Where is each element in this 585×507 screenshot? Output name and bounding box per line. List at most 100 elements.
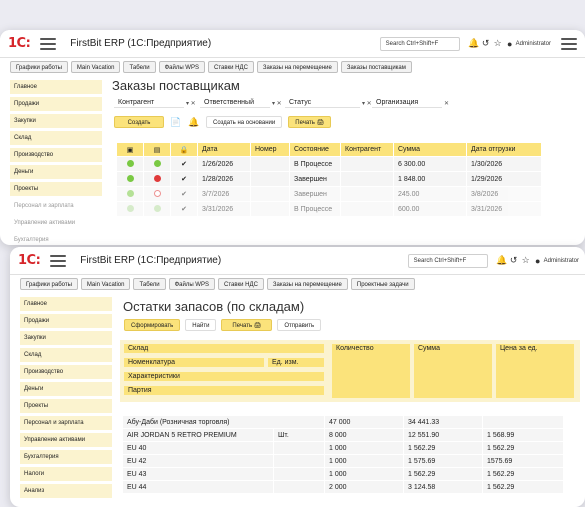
create-based-button[interactable]: Создать на основании xyxy=(206,116,283,128)
sidebar-item[interactable]: Персонал и зарплата xyxy=(20,416,112,430)
bell-icon[interactable]: 🔔 xyxy=(468,38,480,49)
table-row[interactable]: ✔ 3/7/2026 Завершен 245.00 3/8/2026 xyxy=(117,187,541,201)
settings-menu-icon[interactable] xyxy=(561,37,577,50)
sidebar-item[interactable]: Производство xyxy=(20,365,112,379)
sidebar-item[interactable]: Анализ xyxy=(20,484,112,498)
col-sum[interactable]: Сумма xyxy=(394,143,466,156)
col-number[interactable]: Номер xyxy=(251,143,289,156)
sidebar-item[interactable]: Управление активами xyxy=(20,433,112,447)
tab-item[interactable]: Файлы WPS xyxy=(168,278,215,290)
cell-counterparty xyxy=(341,202,393,216)
tab-item[interactable]: Заказы поставщикам xyxy=(340,61,412,73)
sidebar-item[interactable]: Управление активами xyxy=(10,216,102,230)
sidebar-item[interactable]: Главное xyxy=(10,80,102,94)
tab-item[interactable]: Main Vacation xyxy=(80,278,131,290)
tab-item[interactable]: Заказы на перемещение xyxy=(256,61,338,73)
cell-number xyxy=(251,187,289,201)
create-button[interactable]: Создать xyxy=(114,116,164,128)
sidebar-item[interactable]: Деньги xyxy=(20,382,112,396)
header-nomenclature: Номенклатура xyxy=(124,358,264,367)
report-row[interactable]: AIR JORDAN 5 RETRO PREMIUM Шт. 8 000 12 551… xyxy=(123,429,563,441)
sidebar-item[interactable]: Производство xyxy=(10,148,102,162)
table-row[interactable]: ✔ 1/26/2026 В Процессе 6 300.00 1/30/2026 xyxy=(117,157,541,171)
menu-icon[interactable] xyxy=(40,37,57,50)
sidebar-item[interactable]: Налоги xyxy=(20,467,112,481)
sidebar-item[interactable]: Продажи xyxy=(10,97,102,111)
search-input[interactable]: Search Ctrl+Shift+F xyxy=(407,253,488,268)
clear-icon[interactable]: ✕ xyxy=(444,100,449,107)
col-ship-date[interactable]: Дата отгрузки xyxy=(467,143,541,156)
cell-unit xyxy=(274,455,324,467)
copy-icon[interactable]: 📄 xyxy=(170,117,182,128)
star-icon[interactable]: ☆ xyxy=(520,255,532,266)
sidebar-item[interactable]: Склад xyxy=(20,348,112,362)
col-date[interactable]: Дата xyxy=(198,143,250,156)
filter-organization[interactable]: Организация ✕ xyxy=(372,98,449,108)
print-button[interactable]: Печать 🖨 xyxy=(288,116,332,128)
clear-icon[interactable]: ▾ ✕ xyxy=(186,100,196,107)
report-row[interactable]: EU 40 1 000 1 562.29 1 562.29 xyxy=(123,442,563,454)
1c-logo: 1С: xyxy=(8,36,31,51)
print-button[interactable]: Печать 🖨 xyxy=(221,319,273,331)
search-input[interactable]: Search Ctrl+Shift+F xyxy=(379,36,460,51)
tab-item[interactable]: Табели xyxy=(123,61,156,73)
table-row[interactable]: ✔ 3/31/2026 В Процессе 600.00 3/31/2026 xyxy=(117,202,541,216)
sidebar-item[interactable]: Деньги xyxy=(10,165,102,179)
bell-icon[interactable]: 🔔 xyxy=(496,255,508,266)
sidebar-item[interactable]: Бухгалтерия xyxy=(10,233,102,245)
cell-unit xyxy=(274,481,324,493)
sidebar-item[interactable]: Бухгалтерия xyxy=(20,450,112,464)
find-button[interactable]: Найти xyxy=(185,319,217,331)
tab-item[interactable]: Графики работы xyxy=(10,61,68,73)
tab-item[interactable]: Main Vacation xyxy=(70,61,121,73)
col-counterparty[interactable]: Контрагент xyxy=(341,143,393,156)
tab-item[interactable]: Заказы на перемещение xyxy=(266,278,348,290)
generate-button[interactable]: Сформировать xyxy=(124,319,181,331)
filter-responsible[interactable]: Ответственный ▾ ✕ xyxy=(200,98,282,108)
header-unit: Ед. изм. xyxy=(268,358,324,367)
app-title: FirstBit ERP (1С:Предприятие) xyxy=(80,255,222,266)
sidebar-item[interactable]: Закупки xyxy=(10,114,102,128)
sidebar-item[interactable]: Проекты xyxy=(10,182,102,196)
history-icon[interactable]: ↺ xyxy=(508,255,520,266)
sidebar-item[interactable]: Проекты xyxy=(20,399,112,413)
tab-item[interactable]: Ставки НДС xyxy=(217,278,264,290)
clear-icon[interactable]: ▾ ✕ xyxy=(272,100,282,107)
report-row[interactable]: EU 44 2 000 3 124.58 1 562.29 xyxy=(123,481,563,493)
docs-icon: ▤ xyxy=(144,143,170,156)
filter-counterparty[interactable]: Контрагент ▾ ✕ xyxy=(114,98,196,108)
tab-item[interactable]: Файлы WPS xyxy=(158,61,205,73)
report-row[interactable]: EU 42 1 000 1 575.69 1575.69 xyxy=(123,455,563,467)
report-row[interactable]: EU 43 1 000 1 562.29 1 562.29 xyxy=(123,468,563,480)
sidebar-item[interactable]: Продажи xyxy=(20,314,112,328)
cell-counterparty xyxy=(341,172,393,186)
status-dot-cell xyxy=(117,202,143,216)
tab-item[interactable]: Табели xyxy=(133,278,166,290)
table-row[interactable]: ✔ 1/28/2026 Завершен 1 848.00 1/29/2026 xyxy=(117,172,541,186)
history-icon[interactable]: ↺ xyxy=(480,38,492,49)
status-dot xyxy=(126,174,134,182)
bell-icon[interactable]: 🔔 xyxy=(188,117,200,128)
tab-item[interactable]: Графики работы xyxy=(20,278,78,290)
menu-icon[interactable] xyxy=(50,254,67,267)
cell-counterparty xyxy=(341,187,393,201)
user-icon[interactable]: ● xyxy=(532,256,544,266)
report-table: Абу-Даби (Розничная торговля) 47 000 34 44… xyxy=(122,415,564,494)
clear-icon[interactable]: ▾ ✕ xyxy=(362,100,372,107)
sidebar-item[interactable]: Персонал и зарплата xyxy=(10,199,102,213)
table-header: ▣ ▤ 🔒 Дата Номер Состояние Контрагент Су… xyxy=(117,143,541,156)
sidebar-item[interactable]: Склад xyxy=(10,131,102,145)
open-tabs: Графики работы Main Vacation Табели Файлы W… xyxy=(0,58,585,76)
tab-item[interactable]: Ставки НДС xyxy=(207,61,254,73)
col-state[interactable]: Состояние xyxy=(290,143,340,156)
send-button[interactable]: Отправить xyxy=(277,319,322,331)
check-icon: ✔ xyxy=(181,191,187,198)
sidebar-item[interactable]: Главное xyxy=(20,297,112,311)
user-icon[interactable]: ● xyxy=(504,39,516,49)
tab-item[interactable]: Проектные задачи xyxy=(350,278,415,290)
sidebar-item[interactable]: Закупки xyxy=(20,331,112,345)
star-icon[interactable]: ☆ xyxy=(492,38,504,49)
filter-status[interactable]: Статус ▾ ✕ xyxy=(285,98,372,108)
orders-window: 1С: FirstBit ERP (1С:Предприятие) Search… xyxy=(0,30,585,245)
report-row[interactable]: Абу-Даби (Розничная торговля) 47 000 34 44… xyxy=(123,416,563,428)
